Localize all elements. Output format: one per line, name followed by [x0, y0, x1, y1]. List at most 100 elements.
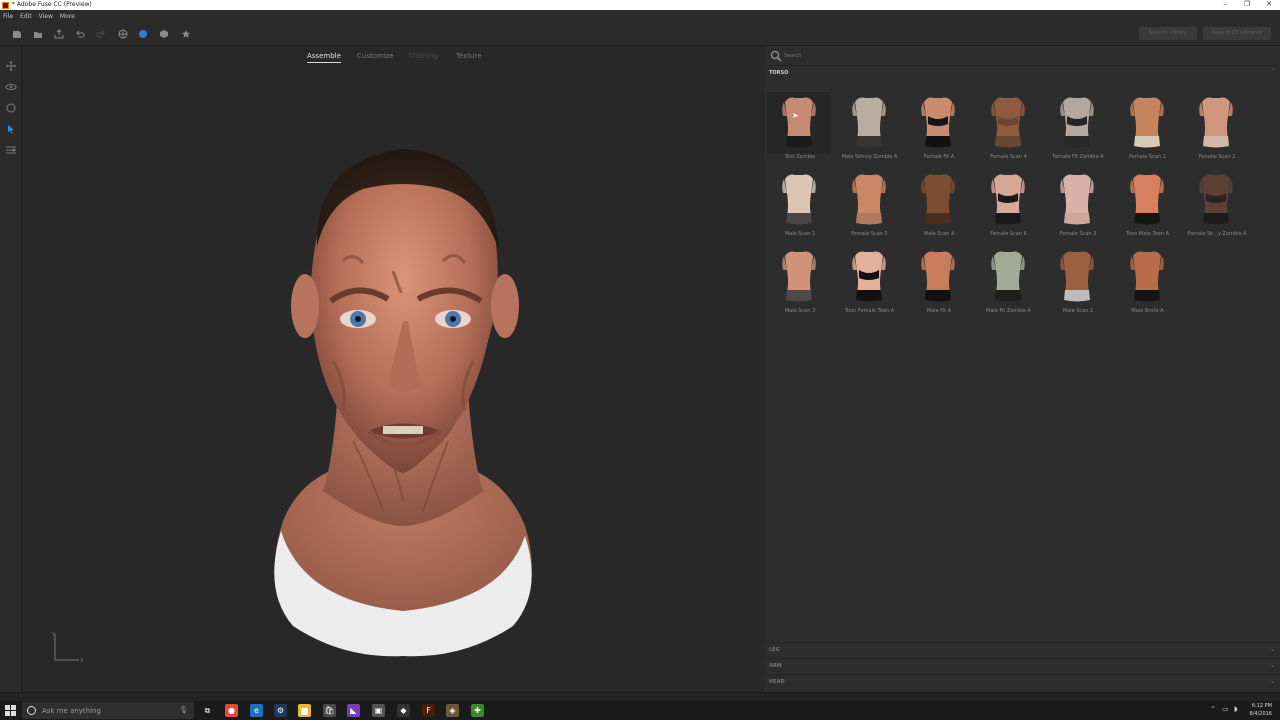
edge-icon[interactable]: e [250, 704, 263, 717]
tab-customize[interactable]: Customize [357, 52, 394, 60]
torso-item[interactable]: Male Fit Zombie A [976, 246, 1042, 318]
torso-item-label: Female Scan 4 [990, 154, 1027, 160]
save-to-library-button[interactable]: Save to Library [1139, 27, 1197, 40]
torso-thumbnail [851, 97, 886, 148]
torso-item-label: Male Scan 3 [784, 308, 816, 314]
menu-more[interactable]: More [60, 13, 75, 20]
torso-item[interactable]: Male Fit A [906, 246, 972, 318]
volume-icon[interactable]: ◗ [1234, 705, 1238, 713]
cube-app-icon[interactable]: ◈ [446, 704, 459, 717]
torso-item-label: Male Fit Zombie A [986, 308, 1031, 314]
clock-date: 8/4/2016 [1249, 711, 1272, 717]
network-icon[interactable]: ▭ [1222, 705, 1229, 713]
torso-item-label: Female Scan 3 [1059, 231, 1097, 237]
mouse-cursor-icon: ➤ [792, 111, 799, 120]
torso-item-label: Test Zombie [784, 154, 816, 160]
menu-view[interactable]: View [39, 13, 53, 20]
sphere-icon[interactable] [138, 29, 148, 39]
torso-thumbnail [1199, 174, 1233, 225]
adjust-icon[interactable] [5, 144, 17, 156]
torso-item[interactable]: Toon Female Teen A [837, 246, 903, 318]
pan-icon[interactable] [5, 60, 17, 72]
section-arm[interactable]: ARM ⌄ [764, 658, 1280, 674]
chevron-down-icon: ⌄ [1269, 662, 1275, 669]
torso-thumbnail [1129, 174, 1164, 225]
select-icon[interactable] [5, 123, 17, 135]
windows-taskbar: Ask me anything 🎙 ⧉ ● e ⚙ ▆ 🛍 ◣ ▣ ◆ F ◈ ✚ ⌃ ▭ ◗ 6:1… [0, 701, 1280, 720]
torso-thumbnail [1199, 97, 1233, 148]
torso-item[interactable]: Female Scan 1 [1115, 92, 1181, 164]
section-leg[interactable]: LEG ⌄ [764, 642, 1280, 658]
task-view-icon[interactable]: ⧉ [201, 704, 214, 717]
open-icon[interactable] [33, 29, 43, 39]
explorer-icon[interactable]: ▆ [298, 704, 311, 717]
steam-icon[interactable]: ⚙ [274, 704, 287, 717]
torso-item[interactable]: Male Skinny Zombie A [837, 92, 903, 164]
torso-item[interactable]: Female Scan 2 [1184, 92, 1250, 164]
torso-item[interactable]: Female Scan 6 [976, 169, 1042, 241]
torso-thumbnail [990, 174, 1025, 225]
tray-chevron-icon[interactable]: ⌃ [1210, 705, 1216, 713]
globe-icon[interactable] [118, 29, 128, 39]
category-header-torso[interactable]: TORSO [769, 70, 788, 76]
chrome-icon[interactable]: ● [225, 704, 238, 717]
torso-thumbnail [1129, 251, 1164, 302]
green-app-icon[interactable]: ✚ [471, 704, 484, 717]
cortana-search[interactable]: Ask me anything 🎙 [22, 702, 194, 719]
search-icon [770, 50, 782, 62]
microphone-icon[interactable]: 🎙 [179, 706, 188, 714]
windows-start-icon[interactable] [5, 705, 16, 716]
camera-icon[interactable]: ▣ [372, 704, 385, 717]
torso-item[interactable]: Male Scan 1 [767, 169, 833, 241]
close-button[interactable]: ✕ [1258, 0, 1280, 10]
tab-texture[interactable]: Texture [456, 52, 482, 60]
torso-thumbnail [851, 174, 886, 225]
torso-item[interactable]: Male Brute A [1115, 246, 1181, 318]
rotate-icon[interactable] [5, 102, 17, 114]
torso-item[interactable]: Male Scan 2 [1045, 246, 1111, 318]
parts-panel: TORSO ⌃ Test Zombie ➤ Male Skinny Zombie… [764, 46, 1280, 692]
workflow-tabs: Assemble Customize Clothing Texture [23, 46, 763, 66]
chevron-up-icon[interactable]: ⌃ [1271, 68, 1276, 75]
system-clock[interactable]: 6:12 PM 8/4/2016 [1242, 702, 1272, 718]
torso-item-label: Male Scan 2 [1062, 308, 1094, 314]
zombie-head-model[interactable] [243, 141, 563, 661]
unity-icon[interactable]: ◆ [397, 704, 410, 717]
maximize-button[interactable]: ❐ [1236, 0, 1258, 10]
star-icon[interactable] [181, 29, 191, 39]
tab-assemble[interactable]: Assemble [307, 52, 341, 63]
cube-icon[interactable] [159, 29, 169, 39]
export-icon[interactable] [54, 29, 64, 39]
menu-file[interactable]: File [3, 13, 13, 20]
torso-item[interactable]: Toon Male Teen A [1115, 169, 1181, 241]
minimize-button[interactable]: – [1214, 0, 1236, 10]
section-head[interactable]: HEAD ⌄ [764, 674, 1280, 690]
torso-item[interactable]: Male Scan 3 [767, 246, 833, 318]
undo-icon[interactable] [75, 29, 85, 39]
torso-item[interactable]: Female Scan 5 [837, 169, 903, 241]
torso-item[interactable]: Female Scan 3 [1045, 169, 1111, 241]
visual-studio-icon[interactable]: ◣ [347, 704, 360, 717]
torso-item[interactable]: Female Fit A [906, 92, 972, 164]
search-input[interactable] [784, 51, 1184, 61]
orbit-icon[interactable] [5, 81, 17, 93]
clock-time: 6:12 PM [1251, 703, 1272, 709]
save-to-cc-libraries-button[interactable]: Save to CC Libraries [1203, 27, 1271, 40]
window-title: * Adobe Fuse CC (Preview) [12, 1, 92, 8]
redo-icon[interactable] [96, 29, 106, 39]
menu-edit[interactable]: Edit [20, 13, 32, 20]
3d-viewport[interactable]: Assemble Customize Clothing Texture Y X [23, 46, 763, 692]
torso-item[interactable]: Male Scan 4 [906, 169, 972, 241]
torso-item[interactable]: Female Scan 4 [976, 92, 1042, 164]
status-bar [0, 692, 1280, 701]
torso-item[interactable]: Female Sk...y Zombie A [1184, 169, 1250, 241]
store-icon[interactable]: 🛍 [323, 704, 336, 717]
fuse-icon[interactable]: F [422, 704, 435, 717]
torso-item[interactable]: Female Fit Zombie A [1045, 92, 1111, 164]
torso-thumbnail [782, 251, 816, 302]
torso-item[interactable]: Test Zombie ➤ [767, 92, 833, 164]
new-icon[interactable] [12, 29, 22, 39]
axis-x-label: X [80, 658, 84, 664]
torso-item-label: Female Scan 1 [1129, 154, 1166, 160]
chevron-down-icon: ⌄ [1269, 646, 1275, 653]
